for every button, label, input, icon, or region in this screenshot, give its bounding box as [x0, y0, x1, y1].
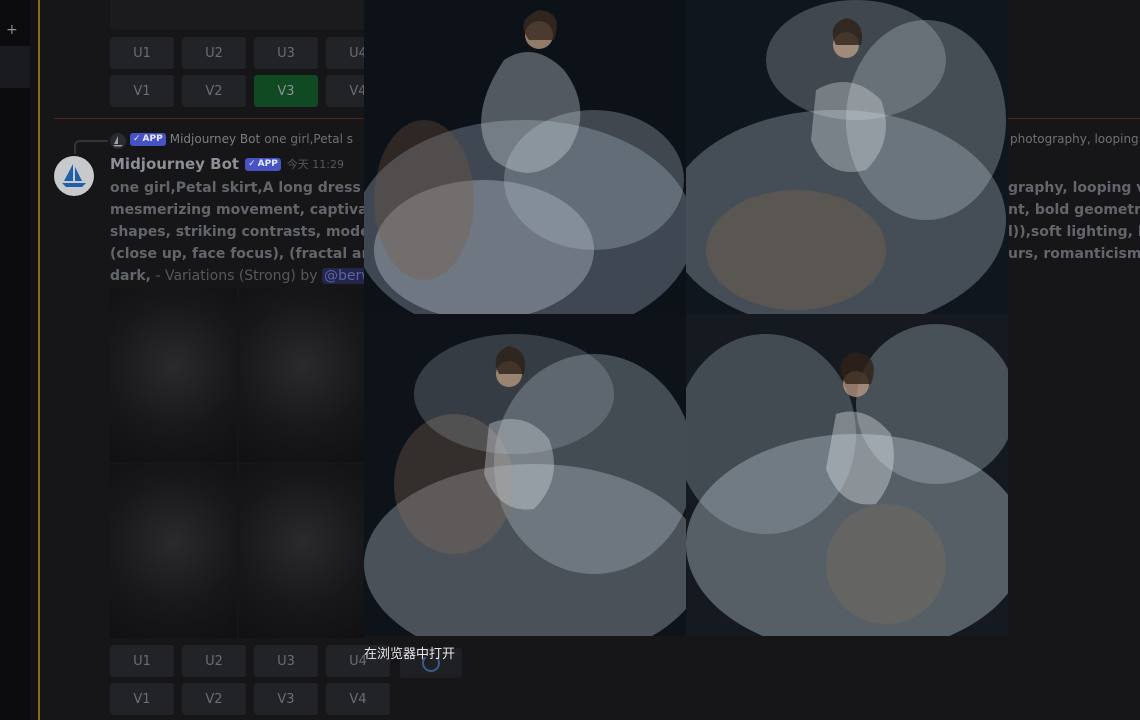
reply-snippet-right: photography, looping [1010, 132, 1139, 146]
reply-spine [74, 140, 108, 154]
viewer-image-1 [364, 0, 686, 314]
reply-avatar[interactable] [110, 133, 126, 149]
bottom-variation-row: V1 V2 V3 V4 [110, 683, 390, 715]
upscale-2-button[interactable]: U2 [182, 645, 246, 677]
prompt-text-right: graphy, looping vide nt, bold geometry, … [1008, 180, 1140, 262]
sailboat-icon [113, 136, 123, 147]
reply-preview[interactable]: ✓ APP Midjourney Bot one girl,Petal s [130, 132, 353, 146]
variation-1-button[interactable]: V1 [110, 75, 174, 107]
reply-author[interactable]: Midjourney Bot [170, 132, 261, 146]
grid-image [239, 464, 366, 638]
variation-3-button[interactable]: V3 [254, 683, 318, 715]
grid-image [110, 288, 237, 462]
upscale-3-button[interactable]: U3 [254, 645, 318, 677]
top-upscale-row: U1 U2 U3 U4 [110, 37, 390, 69]
grid-image [239, 288, 366, 462]
app-badge: ✓ APP [130, 132, 166, 146]
bot-avatar[interactable] [54, 156, 94, 196]
upscale-2-button[interactable]: U2 [182, 37, 246, 69]
image-viewer[interactable] [364, 0, 1008, 636]
check-icon: ✓ [133, 134, 141, 144]
variation-3-button-active[interactable]: V3 [254, 75, 318, 107]
server-rail: + [0, 0, 30, 720]
add-server-icon[interactable]: + [6, 22, 18, 38]
message-image-grid[interactable] [110, 288, 366, 638]
reply-snippet: one girl,Petal s [264, 132, 354, 146]
upscale-1-button[interactable]: U1 [110, 37, 174, 69]
message-author[interactable]: Midjourney Bot [110, 155, 239, 173]
variation-1-button[interactable]: V1 [110, 683, 174, 715]
message-header: Midjourney Bot ✓ APP 今天 11:29 [110, 155, 344, 173]
bottom-upscale-row: U1 U2 U3 U4 [110, 645, 390, 677]
upscale-1-button[interactable]: U1 [110, 645, 174, 677]
viewer-image-4 [686, 314, 1008, 636]
app-badge: ✓ APP [245, 157, 281, 171]
variation-2-button[interactable]: V2 [182, 683, 246, 715]
grid-image [110, 464, 237, 638]
viewer-image-2 [686, 0, 1008, 314]
top-variation-row: V1 V2 V3 V4 [110, 75, 390, 107]
previous-image-strip[interactable] [110, 0, 370, 30]
open-in-browser-link[interactable]: 在浏览器中打开 [364, 643, 455, 662]
sailboat-icon [62, 164, 86, 187]
selected-server-slot[interactable] [0, 46, 30, 88]
viewer-image-3 [364, 314, 686, 636]
upscale-3-button[interactable]: U3 [254, 37, 318, 69]
variation-4-button[interactable]: V4 [326, 683, 390, 715]
variation-2-button[interactable]: V2 [182, 75, 246, 107]
check-icon: ✓ [248, 159, 256, 169]
message-timestamp: 今天 11:29 [286, 158, 345, 171]
